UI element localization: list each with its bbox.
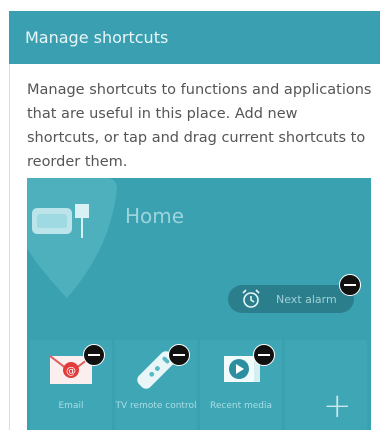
shortcut-label: Email bbox=[58, 401, 84, 411]
place-name: Home bbox=[125, 204, 185, 228]
remove-email-button[interactable] bbox=[83, 344, 105, 366]
remove-tv-remote-button[interactable] bbox=[168, 344, 190, 366]
plus-icon: + bbox=[323, 386, 352, 426]
next-alarm-widget[interactable]: Next alarm bbox=[228, 285, 354, 313]
shortcut-label: TV remote control bbox=[115, 401, 197, 411]
shortcut-label: Recent media bbox=[210, 401, 272, 411]
home-place-icon bbox=[27, 178, 117, 298]
page-title: Manage shortcuts bbox=[25, 28, 169, 47]
next-alarm-label: Next alarm bbox=[276, 292, 337, 306]
remove-recent-media-button[interactable] bbox=[253, 344, 275, 366]
alarm-clock-icon bbox=[242, 289, 260, 308]
shortcuts-panel: Home Next alarm @ Email TV remote contro… bbox=[27, 178, 371, 430]
svg-text:@: @ bbox=[66, 366, 76, 377]
divider bbox=[9, 64, 10, 430]
remove-next-alarm-button[interactable] bbox=[339, 274, 361, 296]
header-bar: Manage shortcuts bbox=[9, 11, 380, 64]
description-text: Manage shortcuts to functions and applic… bbox=[27, 82, 372, 170]
